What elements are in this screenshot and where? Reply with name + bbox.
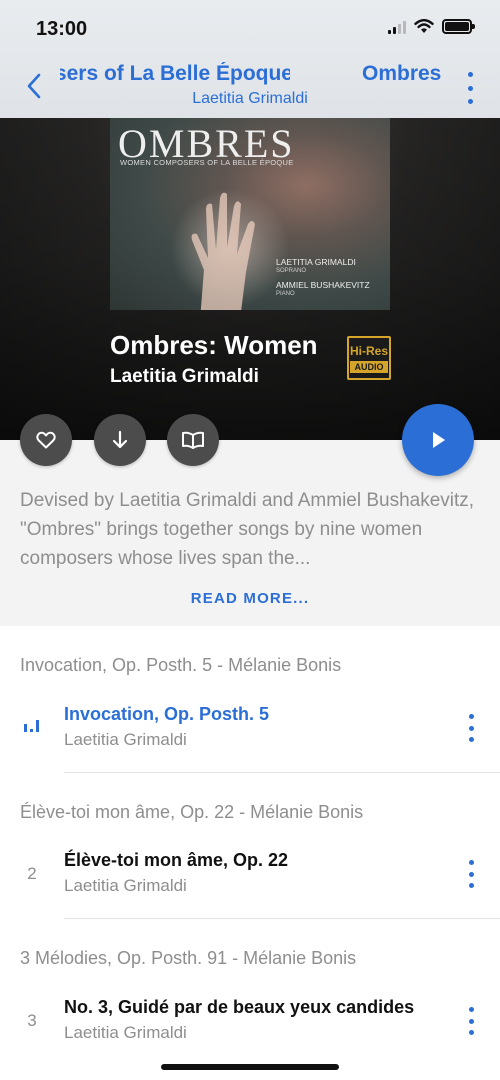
cover-role-1: SOPRANO — [276, 268, 307, 274]
album-title: Ombres: Women — [110, 330, 318, 360]
now-playing-icon — [24, 720, 39, 732]
more-dot-icon — [468, 1007, 474, 1012]
back-button[interactable] — [20, 66, 48, 106]
nav-subtitle: Laetitia Grimaldi — [192, 90, 308, 107]
cover-hand-illustration — [191, 192, 255, 310]
track-row[interactable]: Invocation, Op. Posth. 5 Laetitia Grimal… — [0, 690, 500, 780]
favorite-button[interactable] — [20, 414, 72, 466]
top-bar: 13:00 Ombres: Women Composers of La Bell… — [0, 0, 500, 118]
track-divider — [64, 772, 500, 773]
more-dot-icon — [468, 714, 474, 719]
track-divider — [64, 918, 500, 919]
work-header: Invocation, Op. Posth. 5 - Mélanie Bonis — [20, 655, 342, 675]
battery-icon — [442, 19, 475, 34]
cover-subtitle: WOMEN COMPOSERS OF LA BELLE ÉPOQUE — [120, 158, 294, 167]
work-header: 3 Mélodies, Op. Posth. 91 - Mélanie Boni… — [20, 948, 357, 968]
cover-performer-2: AMMIEL BUSHAKEVITZ — [276, 280, 370, 290]
heart-icon — [36, 431, 56, 449]
download-button[interactable] — [94, 414, 146, 466]
play-button[interactable] — [402, 404, 474, 476]
track-artist: Laetitia Grimaldi — [64, 1023, 187, 1042]
track-title: No. 3, Guidé par de beaux yeux candides — [64, 997, 415, 1017]
hi-res-audio-badge: Hi-Res AUDIO — [347, 336, 391, 380]
track-artist: Laetitia Grimaldi — [64, 730, 187, 749]
nav-title-marquee-next: Ombres — [362, 62, 442, 85]
track-more-button[interactable] — [466, 860, 476, 888]
hi-res-badge-top: Hi-Res — [349, 343, 388, 358]
read-more-link[interactable]: READ MORE... — [0, 590, 500, 607]
nav-title: Ombres: Women Composers of La Belle Époq… — [60, 62, 290, 85]
book-icon — [182, 431, 204, 449]
track-more-button[interactable] — [466, 1007, 476, 1035]
cellular-signal-icon — [388, 20, 406, 34]
track-row[interactable]: 2 Élève-toi mon âme, Op. 22 Laetitia Gri… — [0, 836, 500, 926]
home-indicator — [161, 1064, 339, 1070]
work-header: Élève-toi mon âme, Op. 22 - Mélanie Boni… — [20, 802, 364, 822]
booklet-button[interactable] — [167, 414, 219, 466]
album-description: Devised by Laetitia Grimaldi and Ammiel … — [20, 490, 475, 569]
track-row[interactable]: 3 No. 3, Guidé par de beaux yeux candide… — [0, 983, 500, 1073]
play-icon — [433, 432, 445, 448]
download-icon — [112, 430, 128, 449]
cover-role-2: PIANO — [276, 291, 295, 297]
more-dot-icon — [467, 72, 473, 77]
track-title: Invocation, Op. Posth. 5 — [64, 704, 270, 724]
cover-performer-1: LAETITIA GRIMALDI — [276, 257, 356, 267]
track-title: Élève-toi mon âme, Op. 22 — [64, 850, 289, 870]
track-number: 3 — [27, 1011, 37, 1030]
nav-title-marquee: Ombres: Women Composers of La Belle Époq… — [60, 62, 290, 90]
track-number: 2 — [27, 864, 37, 883]
album-artist: Laetitia Grimaldi — [110, 366, 259, 387]
chevron-left-icon — [27, 73, 41, 99]
hi-res-badge-bottom: AUDIO — [350, 360, 388, 373]
wifi-icon — [414, 19, 434, 33]
track-more-button[interactable] — [466, 714, 476, 742]
status-time: 13:00 — [36, 18, 88, 40]
status-icons — [388, 19, 475, 34]
album-cover: OMBRES WOMEN COMPOSERS OF LA BELLE ÉPOQU… — [110, 118, 390, 310]
more-options-button[interactable] — [462, 72, 478, 104]
track-artist: Laetitia Grimaldi — [64, 876, 187, 895]
more-dot-icon — [468, 860, 474, 865]
